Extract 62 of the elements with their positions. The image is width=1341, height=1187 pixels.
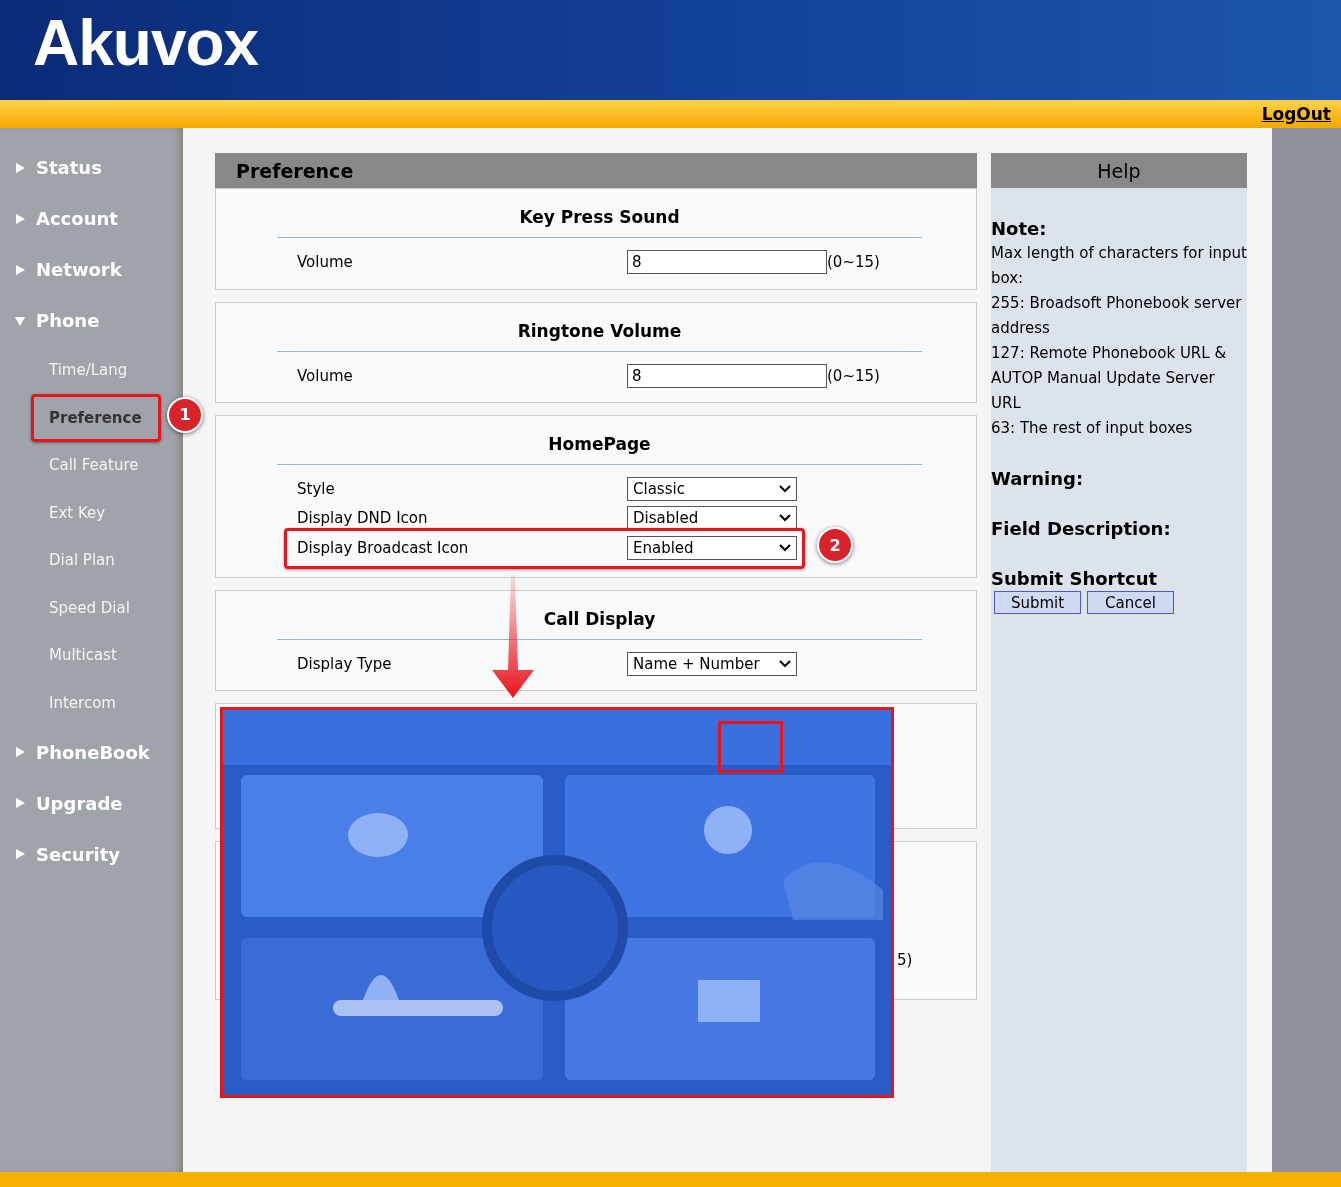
help-heading: Note: xyxy=(991,217,1048,241)
dropdown[interactable]: Disabled xyxy=(627,505,797,530)
field-label: Style xyxy=(296,480,336,499)
collapsed-arrow-icon xyxy=(14,263,26,276)
help-heading: Warning: xyxy=(991,467,1085,491)
section-heading: Ringtone Volume xyxy=(277,317,922,352)
sidebar-item[interactable]: Account xyxy=(0,193,183,244)
sidebar-item[interactable]: Status xyxy=(0,142,183,193)
logo: Akuvox xyxy=(33,11,259,75)
submit-button[interactable]: Submit xyxy=(994,591,1081,614)
field-label: Volume xyxy=(296,366,354,385)
help-text: 255: Broadsoft Phonebook server address xyxy=(991,293,1243,339)
collapsed-arrow-icon xyxy=(14,212,26,225)
sidebar-item[interactable]: Upgrade xyxy=(0,777,183,829)
sidebar-item[interactable]: PhoneBook xyxy=(0,726,183,778)
collapsed-arrow-icon xyxy=(14,848,26,860)
range-hint: (0~15) xyxy=(827,366,880,385)
input-field[interactable]: 8 xyxy=(627,250,827,275)
help-text: 127: Remote Phonebook URL & AUTOP Manual Update Server URL xyxy=(991,343,1228,414)
expanded-arrow-icon xyxy=(14,314,26,327)
sidebar-subitem[interactable]: Ext Key xyxy=(0,489,183,537)
dropdown[interactable]: Name + Number xyxy=(627,651,797,676)
caret-icon xyxy=(779,544,791,553)
logout-link[interactable]: LogOut xyxy=(1261,104,1331,124)
range-hint: 5) xyxy=(897,951,913,969)
field-label: Volume xyxy=(296,253,354,272)
sidebar-subitem[interactable]: Time/Lang xyxy=(0,346,183,394)
sidebar-item[interactable]: Network xyxy=(0,244,183,295)
section-heading: HomePage xyxy=(277,431,922,465)
section-heading: Key Press Sound xyxy=(277,204,922,238)
sidebar-subitem[interactable]: Preference xyxy=(34,396,158,439)
caret-icon xyxy=(779,485,791,494)
collapsed-arrow-icon xyxy=(14,161,26,174)
help-text: Max length of characters for input box: xyxy=(991,243,1247,289)
highlight-box xyxy=(718,721,783,773)
help-heading: Submit Shortcut xyxy=(991,567,1159,591)
dropdown[interactable]: Enabled xyxy=(627,536,797,561)
field-label: Display DND Icon xyxy=(296,508,429,527)
sidebar-subitem[interactable]: Call Feature xyxy=(0,441,183,489)
input-field[interactable]: 8 xyxy=(627,363,827,388)
range-hint: (0~15) xyxy=(827,253,880,272)
sidebar-subitem[interactable]: Dial Plan xyxy=(0,536,183,584)
sidebar-subitem[interactable]: Speed Dial xyxy=(0,584,183,632)
sidebar-subitem[interactable]: Intercom xyxy=(0,679,183,727)
caret-icon xyxy=(779,659,791,668)
field-label: Display Type xyxy=(296,654,393,673)
cancel-button[interactable]: Cancel xyxy=(1087,591,1174,614)
help-title: Help xyxy=(991,153,1247,188)
collapsed-arrow-icon xyxy=(14,746,26,758)
collapsed-arrow-icon xyxy=(14,797,26,809)
caret-icon xyxy=(779,513,791,522)
field-label: Display Broadcast Icon xyxy=(296,539,470,558)
help-heading: Field Description: xyxy=(991,517,1172,541)
dropdown[interactable]: Classic xyxy=(627,477,797,502)
sidebar-subitem[interactable]: Multicast xyxy=(0,631,183,679)
down-arrow-icon xyxy=(492,575,534,698)
help-text: 63: The rest of input boxes xyxy=(991,418,1194,439)
sidebar-item[interactable]: Security xyxy=(0,828,183,880)
step-marker: 2 xyxy=(817,527,853,563)
page-title: Preference xyxy=(215,153,977,188)
sidebar-item[interactable]: Phone xyxy=(0,295,183,346)
step-marker: 1 xyxy=(167,396,203,433)
